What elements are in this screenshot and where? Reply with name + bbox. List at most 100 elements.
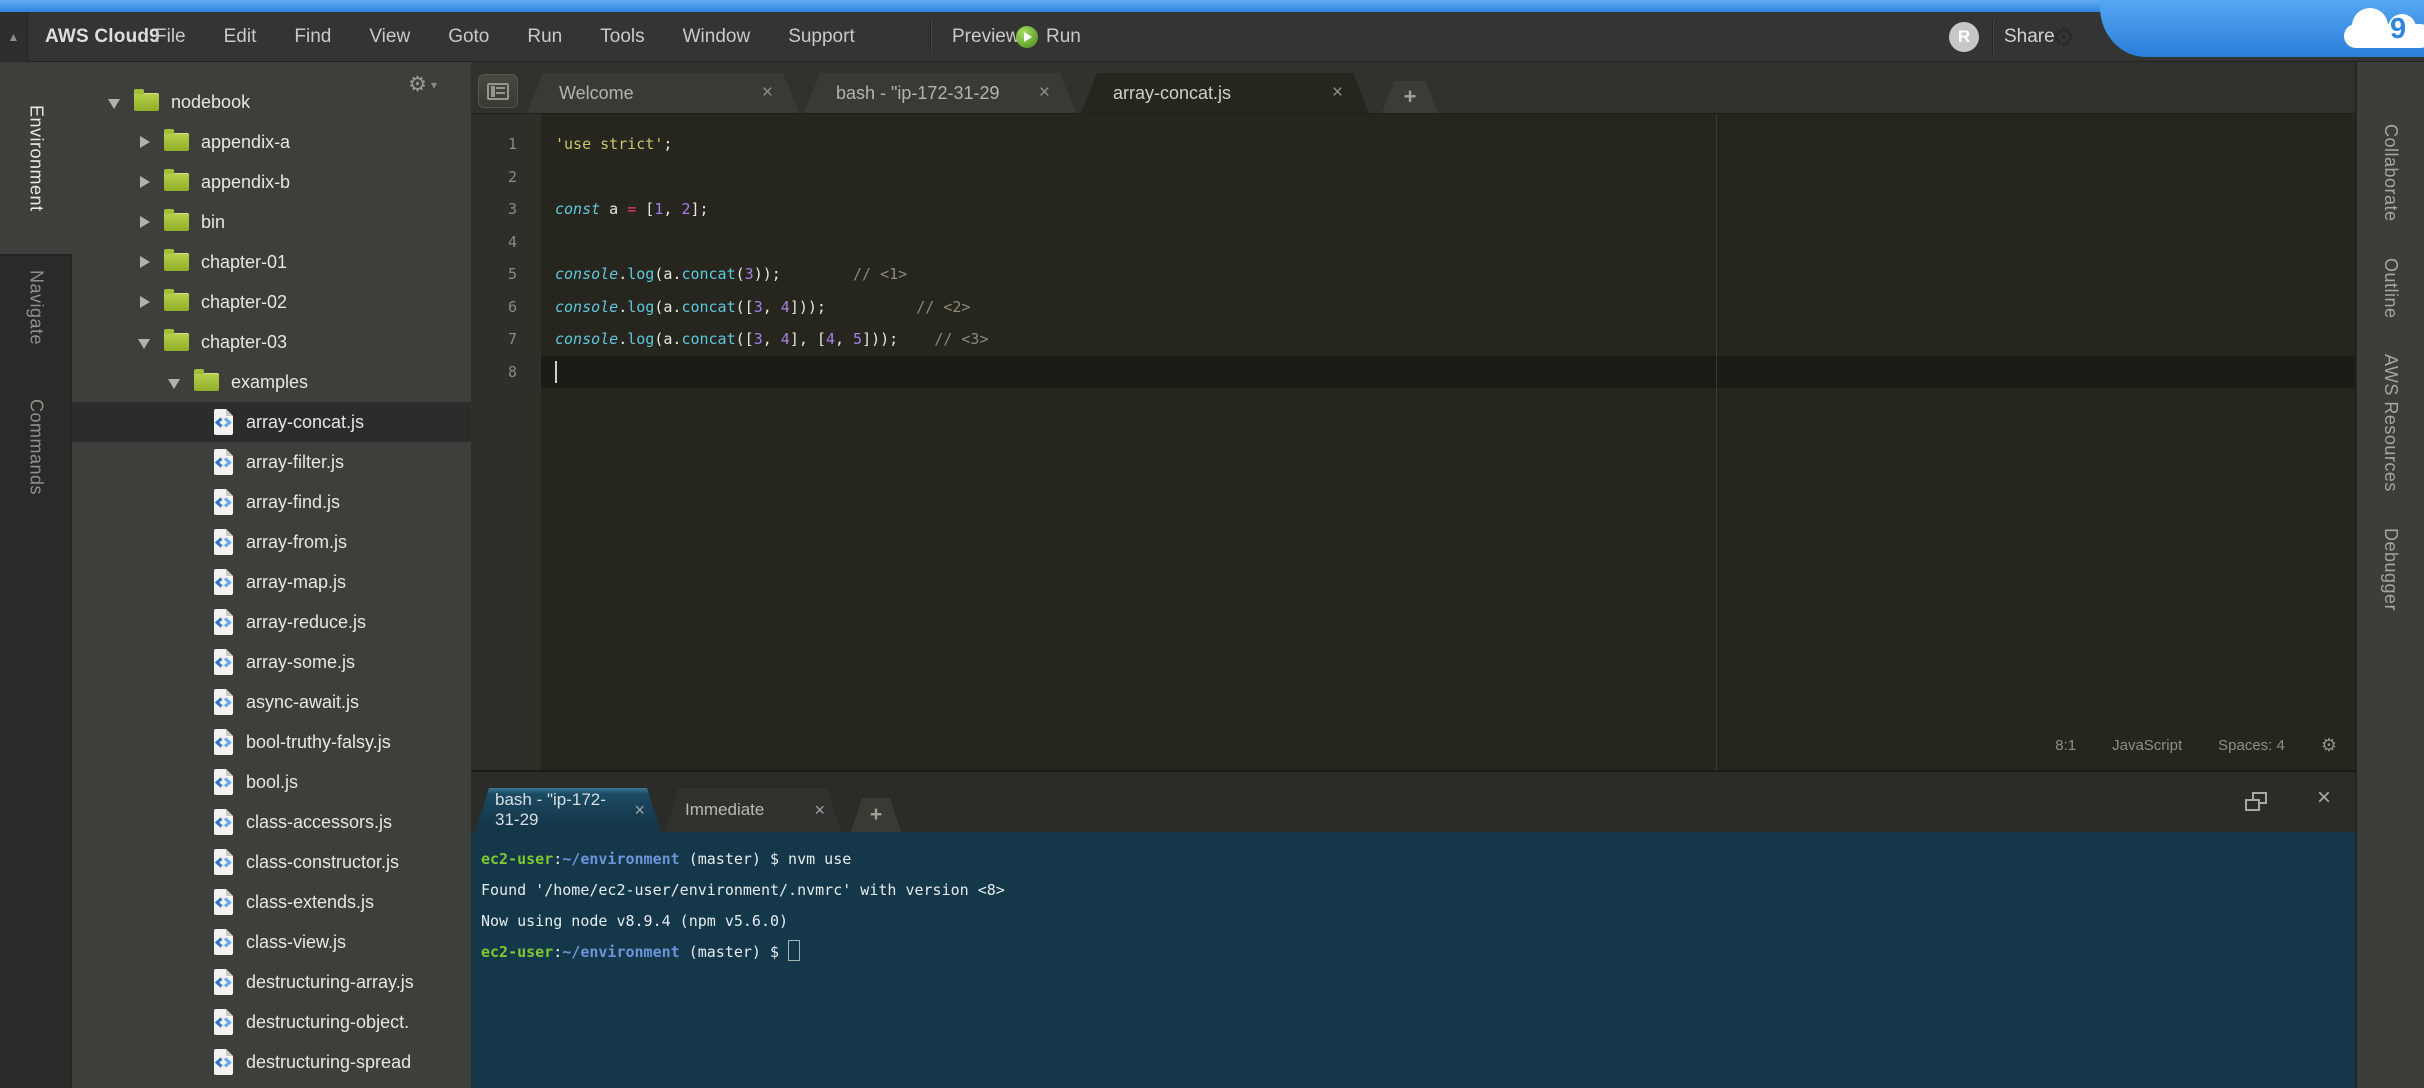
editor-tab-welcome[interactable]: Welcome×: [527, 73, 799, 113]
close-panel-icon[interactable]: ×: [2317, 784, 2331, 812]
menu-item-find[interactable]: Find: [275, 12, 350, 62]
menu-item-file[interactable]: File: [136, 12, 205, 62]
menu-item-window[interactable]: Window: [664, 12, 770, 62]
sidebar-tab-outline[interactable]: Outline: [2380, 258, 2401, 319]
collapse-menubar-button[interactable]: ▲: [0, 12, 28, 62]
tree-folder-row[interactable]: chapter-01: [72, 242, 471, 282]
tree-file-row[interactable]: array-concat.js: [72, 402, 471, 442]
menu-item-tools[interactable]: Tools: [581, 12, 663, 62]
sidebar-tab-aws-resources[interactable]: AWS Resources: [2380, 354, 2401, 492]
new-terminal-button[interactable]: +: [851, 798, 901, 832]
tree-file-row[interactable]: bool-truthy-falsy.js: [72, 722, 471, 762]
terminal-tabs: bash - "ip-172-31-29×Immediate× +: [475, 788, 901, 832]
code-token: ,: [763, 298, 781, 316]
sidebar-tab-navigate[interactable]: Navigate: [0, 258, 72, 358]
collapse-arrow-icon[interactable]: [137, 295, 151, 309]
close-tab-icon[interactable]: ×: [762, 82, 773, 104]
editor-tab-bash-ip-172-31-29[interactable]: bash - "ip-172-31-29×: [804, 73, 1076, 113]
expand-arrow-icon[interactable]: [167, 375, 181, 389]
menu-item-support[interactable]: Support: [769, 12, 874, 62]
terminal-tab-immediate[interactable]: Immediate×: [665, 788, 841, 832]
sidebar-tab-environment[interactable]: Environment: [0, 62, 72, 254]
js-file-icon: [213, 929, 234, 955]
collapse-arrow-icon[interactable]: [137, 215, 151, 229]
tree-file-row[interactable]: bool.js: [72, 762, 471, 802]
sidebar-tab-debugger[interactable]: Debugger: [2380, 528, 2401, 611]
tree-file-row[interactable]: array-some.js: [72, 642, 471, 682]
sidebar-tab-collaborate[interactable]: Collaborate: [2380, 124, 2401, 222]
menu-item-edit[interactable]: Edit: [205, 12, 276, 62]
preview-button[interactable]: Preview: [946, 12, 1026, 62]
close-tab-icon[interactable]: ×: [1039, 82, 1050, 104]
editor-settings-gear-icon[interactable]: ⚙: [2321, 735, 2337, 756]
aws-cloud9-ide: ▲ AWS Cloud9 FileEditFindViewGotoRunTool…: [0, 0, 2424, 1088]
preferences-gear-icon[interactable]: ⚙: [2052, 12, 2075, 62]
tree-file-row[interactable]: array-filter.js: [72, 442, 471, 482]
tree-file-row[interactable]: destructuring-array.js: [72, 962, 471, 1002]
tree-folder-row[interactable]: nodebook: [72, 82, 471, 122]
avatar[interactable]: R: [1949, 22, 1979, 52]
tree-file-row[interactable]: array-find.js: [72, 482, 471, 522]
tree-folder-row[interactable]: examples: [72, 362, 471, 402]
tree-folder-row[interactable]: chapter-02: [72, 282, 471, 322]
menu-item-view[interactable]: View: [350, 12, 429, 62]
menu-item-goto[interactable]: Goto: [429, 12, 508, 62]
tree-file-row[interactable]: class-extends.js: [72, 882, 471, 922]
code-token: (a.: [654, 330, 681, 348]
window-top-strip: [0, 0, 2424, 12]
run-button[interactable]: Run: [1016, 12, 1081, 62]
tree-folder-row[interactable]: chapter-03: [72, 322, 471, 362]
tree-file-row[interactable]: destructuring-object.: [72, 1002, 471, 1042]
code-token: // <2>: [916, 298, 970, 316]
tree-file-row[interactable]: class-view.js: [72, 922, 471, 962]
code-line: console.log(a.concat(3)); // <1>: [541, 258, 2355, 291]
tab-list-button[interactable]: [478, 74, 518, 108]
editor-tab-array-concat-js[interactable]: array-concat.js×: [1081, 73, 1369, 113]
collapse-arrow-icon[interactable]: [137, 175, 151, 189]
js-file-icon: [213, 889, 234, 915]
expand-arrow-icon[interactable]: [137, 335, 151, 349]
tree-file-row[interactable]: array-map.js: [72, 562, 471, 602]
collapse-arrow-icon[interactable]: [137, 255, 151, 269]
tree-file-row[interactable]: async-await.js: [72, 682, 471, 722]
cursor-position[interactable]: 8:1: [2055, 737, 2076, 754]
close-tab-icon[interactable]: ×: [634, 800, 645, 821]
tree-file-row[interactable]: array-reduce.js: [72, 602, 471, 642]
folder-icon: [164, 173, 189, 191]
code-token: log: [627, 265, 654, 283]
terminal-line: ec2-user:~/environment (master) $ nvm us…: [481, 844, 2345, 875]
tree-item-label: examples: [231, 372, 308, 393]
share-button[interactable]: Share: [2004, 12, 2055, 62]
tree-folder-row[interactable]: bin: [72, 202, 471, 242]
new-tab-button[interactable]: +: [1382, 81, 1438, 113]
terminal-output[interactable]: ec2-user:~/environment (master) $ nvm us…: [481, 832, 2345, 1088]
code-editor[interactable]: 'use strict'; const a = [1, 2]; console.lo…: [541, 114, 2355, 770]
maximize-panel-icon[interactable]: [2245, 792, 2267, 811]
tree-file-row[interactable]: class-accessors.js: [72, 802, 471, 842]
folder-icon: [164, 333, 189, 351]
code-token: a: [600, 200, 627, 218]
tree-file-row[interactable]: class-constructor.js: [72, 842, 471, 882]
indent-setting[interactable]: Spaces: 4: [2218, 737, 2285, 754]
tree-file-row[interactable]: destructuring-spread: [72, 1042, 471, 1082]
sidebar-tab-commands[interactable]: Commands: [0, 392, 72, 502]
tree-file-row[interactable]: array-from.js: [72, 522, 471, 562]
expand-arrow-icon[interactable]: [107, 95, 121, 109]
collapse-arrow-icon[interactable]: [137, 135, 151, 149]
language-mode[interactable]: JavaScript: [2112, 737, 2182, 754]
line-number: 2: [471, 161, 541, 194]
code-line: const a = [1, 2];: [541, 193, 2355, 226]
terminal-line: Now using node v8.9.4 (npm v5.6.0): [481, 906, 2345, 937]
tree-item-label: array-map.js: [246, 572, 346, 593]
menu-item-run[interactable]: Run: [508, 12, 581, 62]
terminal-tab-bash-ip-172-31-29[interactable]: bash - "ip-172-31-29×: [475, 788, 661, 832]
close-tab-icon[interactable]: ×: [1332, 82, 1343, 104]
code-token: [: [636, 200, 654, 218]
run-button-label: Run: [1046, 26, 1081, 48]
close-tab-icon[interactable]: ×: [814, 800, 825, 821]
tree-folder-row[interactable]: appendix-b: [72, 162, 471, 202]
tree-file-row[interactable]: [72, 1082, 471, 1088]
code-line: 'use strict';: [541, 128, 2355, 161]
code-token: console: [555, 330, 618, 348]
tree-folder-row[interactable]: appendix-a: [72, 122, 471, 162]
